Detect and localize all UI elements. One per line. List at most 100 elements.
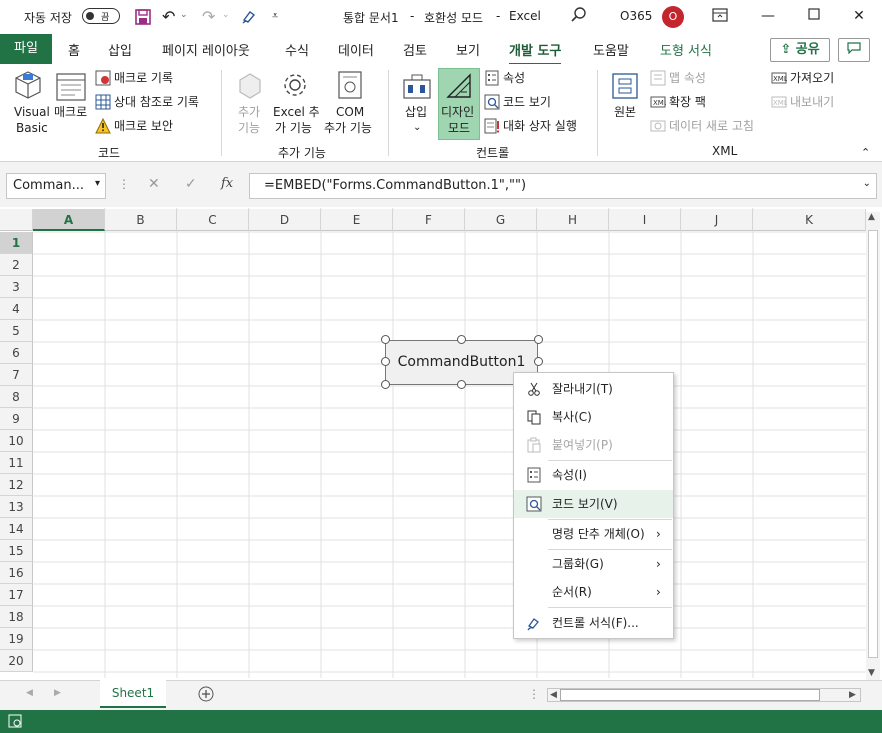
com-addins-label-2[interactable]: 추가 기능 (324, 121, 372, 136)
tab-insert[interactable]: 삽입 (108, 40, 132, 59)
row-header[interactable]: 8 (0, 386, 33, 408)
import-icon[interactable]: XML (771, 70, 788, 89)
column-header[interactable]: A (33, 209, 105, 231)
scroll-right-icon[interactable]: ▶ (849, 690, 856, 700)
expansion-packs-label[interactable]: 확장 팩 (669, 95, 706, 110)
name-box[interactable]: Comman... ▾ (6, 173, 106, 199)
menu-item-properties[interactable]: 속성(I) (514, 461, 673, 489)
column-header[interactable]: H (537, 209, 609, 231)
avatar[interactable]: O (662, 6, 684, 28)
relative-ref-icon[interactable] (95, 94, 111, 113)
format-brush-icon[interactable] (240, 6, 260, 29)
tab-help[interactable]: 도움말 (593, 40, 629, 59)
map-properties-icon[interactable] (650, 70, 666, 89)
menu-item-view-code[interactable]: 코드 보기(V) (514, 490, 673, 518)
column-header[interactable]: E (321, 209, 393, 231)
menu-item-paste[interactable]: 붙여넣기(P) (514, 431, 673, 459)
sheet-tab[interactable]: Sheet1 (100, 680, 166, 708)
macro-security-label[interactable]: 매크로 보안 (114, 119, 173, 134)
column-header[interactable]: C (177, 209, 249, 231)
tab-home[interactable]: 홈 (68, 40, 80, 59)
map-properties-label[interactable]: 맵 속성 (669, 71, 706, 86)
account-name[interactable]: O365 (620, 9, 652, 23)
tab-page-layout[interactable]: 페이지 레이아웃 (162, 40, 250, 59)
scroll-left-icon[interactable]: ◀ (550, 690, 557, 700)
menu-item-order[interactable]: 순서(R) › (514, 578, 673, 606)
insert-dropdown-icon[interactable]: ⌄ (413, 120, 421, 135)
export-label[interactable]: 내보내기 (790, 95, 834, 110)
insert-function-icon[interactable]: fx (221, 176, 233, 191)
com-addins-icon[interactable] (337, 70, 363, 103)
view-code-label[interactable]: 코드 보기 (503, 95, 551, 110)
next-sheet-icon[interactable]: ▶ (54, 688, 61, 698)
row-header[interactable]: 1 (0, 232, 33, 254)
properties-icon[interactable] (484, 70, 500, 89)
share-button[interactable]: ⇪ 공유 (770, 38, 830, 62)
menu-item-group[interactable]: 그룹화(G) › (514, 550, 673, 578)
redo-icon[interactable]: ↷ (202, 7, 215, 26)
tab-formulas[interactable]: 수식 (285, 40, 309, 59)
import-label[interactable]: 가져오기 (790, 71, 834, 86)
resize-handle[interactable] (457, 380, 466, 389)
excel-addins-label-1[interactable]: Excel 추 (273, 105, 320, 120)
gear-icon[interactable] (280, 70, 310, 103)
row-header[interactable]: 11 (0, 452, 33, 474)
row-header[interactable]: 9 (0, 408, 33, 430)
resize-handle[interactable] (381, 357, 390, 366)
autosave-toggle[interactable]: 끔 (82, 8, 120, 24)
customize-qat-icon[interactable]: ⩡ (272, 9, 278, 23)
tab-view[interactable]: 보기 (456, 40, 480, 59)
tab-file[interactable]: 파일 (0, 34, 52, 64)
undo-icon[interactable]: ↶ (162, 7, 175, 26)
maximize-button[interactable] (802, 6, 826, 26)
worksheet-grid[interactable] (0, 208, 866, 678)
column-header[interactable]: G (465, 209, 537, 231)
toolbox-icon[interactable] (402, 72, 432, 103)
row-header[interactable]: 3 (0, 276, 33, 298)
design-mode-icon[interactable] (445, 72, 473, 103)
menu-item-cut[interactable]: 잘라내기(T) (514, 375, 673, 403)
row-header[interactable]: 14 (0, 518, 33, 540)
add-sheet-icon[interactable] (198, 686, 214, 705)
undo-dropdown-icon[interactable]: ⌄ (180, 10, 188, 20)
view-code-icon[interactable] (484, 94, 500, 113)
close-button[interactable]: ✕ (847, 6, 871, 26)
row-header[interactable]: 2 (0, 254, 33, 276)
tab-data[interactable]: 데이터 (338, 40, 374, 59)
enter-icon[interactable]: ✓ (185, 176, 197, 192)
row-header[interactable]: 12 (0, 474, 33, 496)
com-addins-label-1[interactable]: COM (336, 105, 364, 120)
run-dialog-label[interactable]: 대화 상자 실행 (503, 119, 577, 134)
cancel-icon[interactable]: ✕ (148, 176, 160, 192)
run-dialog-icon[interactable] (484, 118, 500, 137)
collapse-ribbon-icon[interactable]: ⌃ (861, 146, 870, 159)
addins-label-2[interactable]: 기능 (238, 121, 260, 136)
xml-source-label[interactable]: 원본 (614, 105, 636, 120)
row-header[interactable]: 18 (0, 606, 33, 628)
macro-record-status-icon[interactable] (8, 714, 22, 731)
prev-sheet-icon[interactable]: ◀ (26, 688, 33, 698)
macro-label[interactable]: 매크로 (54, 105, 87, 120)
addins-label-1[interactable]: 추가 (238, 105, 260, 120)
search-icon[interactable] (570, 6, 588, 27)
row-header[interactable]: 7 (0, 364, 33, 386)
warning-icon[interactable] (95, 117, 111, 137)
insert-control-label[interactable]: 삽입 (405, 105, 427, 120)
comments-button[interactable] (838, 38, 870, 62)
expansion-packs-icon[interactable]: XML (650, 94, 668, 113)
row-header[interactable]: 4 (0, 298, 33, 320)
column-header[interactable]: K (753, 209, 866, 231)
menu-item-copy[interactable]: 복사(C) (514, 403, 673, 431)
resize-handle[interactable] (381, 380, 390, 389)
row-header[interactable]: 17 (0, 584, 33, 606)
row-header[interactable]: 13 (0, 496, 33, 518)
row-header[interactable]: 15 (0, 540, 33, 562)
resize-handle[interactable] (534, 357, 543, 366)
resize-handle[interactable] (457, 335, 466, 344)
menu-item-format-control[interactable]: 컨트롤 서식(F)... (514, 609, 673, 637)
column-header[interactable]: J (681, 209, 753, 231)
refresh-data-icon[interactable] (650, 118, 666, 137)
formula-input[interactable]: =EMBED("Forms.CommandButton.1","") ⌄ (249, 173, 877, 199)
column-header[interactable]: F (393, 209, 465, 231)
excel-addins-label-2[interactable]: 가 기능 (275, 121, 312, 136)
